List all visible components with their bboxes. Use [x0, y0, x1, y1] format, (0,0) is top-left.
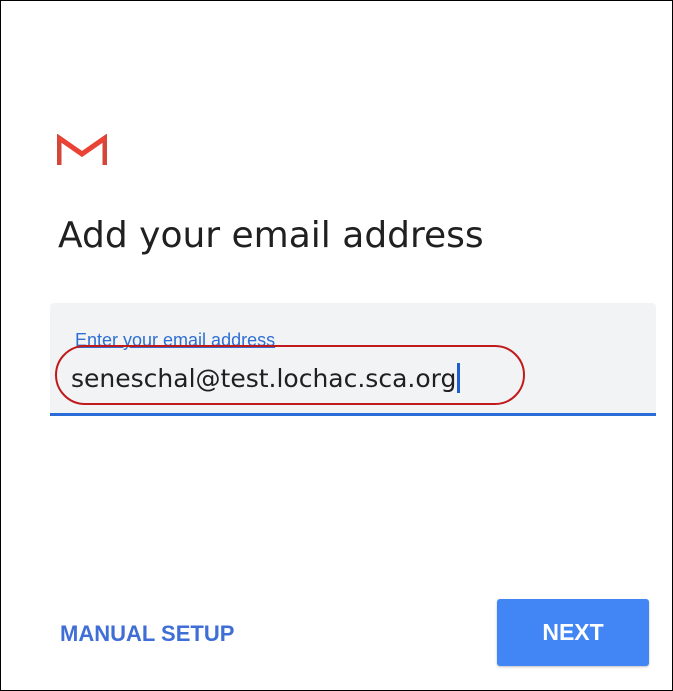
email-input[interactable]: seneschal@test.lochac.sca.org: [71, 363, 461, 393]
next-button[interactable]: NEXT: [497, 599, 649, 666]
email-field-label: Enter your email address: [75, 330, 276, 350]
gmail-m-icon: [57, 134, 107, 165]
page-title: Add your email address: [58, 215, 484, 256]
email-field[interactable]: Enter your email address seneschal@test.…: [50, 303, 656, 416]
email-input-value: seneschal@test.lochac.sca.org: [71, 364, 457, 393]
manual-setup-button[interactable]: MANUAL SETUP: [56, 611, 238, 657]
text-cursor: [457, 363, 461, 393]
setup-screen: Add your email address Enter your email …: [0, 0, 673, 691]
